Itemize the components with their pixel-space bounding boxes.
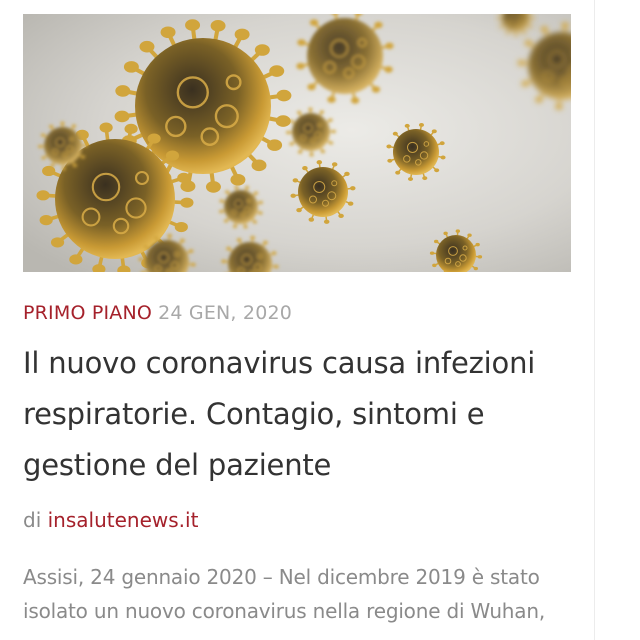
article-title[interactable]: Il nuovo coronavirus causa infezioni res… <box>23 338 583 491</box>
article-excerpt: Assisi, 24 gennaio 2020 – Nel dicembre 2… <box>23 565 545 623</box>
coronavirus-illustration <box>23 14 571 272</box>
publish-date: 24 GEN, 2020 <box>158 302 293 324</box>
byline: di insalutenews.it <box>23 508 198 532</box>
virus-particle <box>219 185 263 229</box>
category-link[interactable]: PRIMO PIANO <box>23 302 152 324</box>
column-divider <box>594 0 595 640</box>
article-meta: PRIMO PIANO 24 GEN, 2020 <box>23 302 292 324</box>
article-hero-image[interactable] <box>23 14 571 272</box>
article-page: PRIMO PIANO 24 GEN, 2020 Il nuovo coronav… <box>0 0 640 640</box>
source-link[interactable]: insalutenews.it <box>48 508 199 532</box>
byline-prefix: di <box>23 508 42 532</box>
